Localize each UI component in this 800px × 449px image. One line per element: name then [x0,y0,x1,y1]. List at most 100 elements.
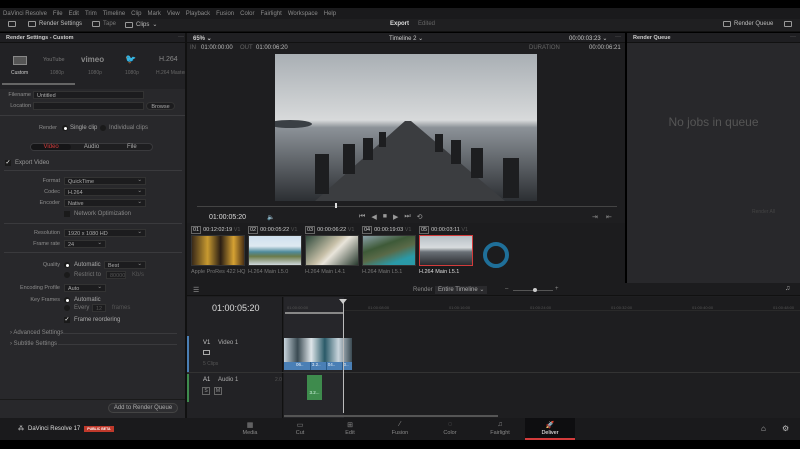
clip-thumbnail-selected[interactable] [419,235,473,266]
clip-thumbnail[interactable] [362,235,416,266]
browse-button[interactable]: Browse [146,102,175,110]
restrict-input[interactable]: 80000 [106,271,126,279]
video-clip[interactable]: 0.. [344,362,352,370]
keyframes-every-input[interactable]: 12 [92,304,106,312]
page-cut[interactable]: ▭ Cut [275,421,325,436]
scrubber-bar[interactable] [197,206,617,207]
quality-automatic-radio[interactable] [64,262,70,268]
a1-track-name[interactable]: Audio 1 [218,377,238,383]
page-color[interactable]: ◌ Color [425,421,475,436]
format-select[interactable]: QuickTime [64,177,146,185]
clip-thumbnail[interactable] [191,235,245,266]
home-icon[interactable]: ⌂ [761,424,766,433]
render-settings-button[interactable]: Render Settings [28,21,82,27]
keyframes-every-radio[interactable] [64,305,70,311]
quality-select[interactable]: Best [104,261,146,269]
encoding-profile-select[interactable]: Auto [64,284,106,292]
mute-button[interactable]: M [214,387,222,395]
menu-playback[interactable]: Playback [186,11,210,17]
page-deliver[interactable]: 🚀 Deliver [525,418,575,440]
restrict-radio[interactable] [64,272,70,278]
mark-out-icon[interactable]: ⇤ [606,213,612,221]
render-queue-button[interactable]: Render Queue [723,21,773,27]
video-clip[interactable]: 3.2.. [312,362,327,370]
individual-clips-radio[interactable] [100,125,106,131]
playhead[interactable] [343,300,344,413]
h264-preset[interactable]: H.264 [159,56,178,63]
collapse-icon[interactable] [784,21,792,27]
network-optimization-checkbox[interactable] [64,211,70,217]
custom-preset-icon[interactable] [13,56,27,65]
frame-reordering-checkbox[interactable]: ✓ [64,317,70,323]
video-clip[interactable]: 04.. [328,362,343,370]
monitor-icon[interactable] [8,21,16,27]
menu-clip[interactable]: Clip [131,11,141,17]
menu-help[interactable]: Help [324,11,336,17]
go-to-start-icon[interactable]: ⏮ [359,213,365,221]
timeline-view-icon[interactable]: ☰ [193,286,199,294]
video-clip-thumbnails[interactable] [284,338,352,362]
twitter-preset-icon[interactable]: 🐦 [125,54,136,65]
audio-meter-icon[interactable]: ♫ [785,285,790,292]
encoder-select[interactable]: Native [64,199,146,207]
menu-mark[interactable]: Mark [148,11,161,17]
filename-input[interactable]: Untitled [33,91,144,99]
tab-video[interactable]: Video [31,144,72,150]
menu-timeline[interactable]: Timeline [103,11,125,17]
options-icon[interactable]: ··· [178,34,184,40]
gear-icon[interactable]: ⚙ [782,424,789,433]
menu-file[interactable]: File [53,11,63,17]
clips-button[interactable]: Clips ⌄ [125,21,157,28]
volume-icon[interactable]: 🔈 [267,214,274,221]
solo-button[interactable]: S [202,387,210,395]
zoom-slider-handle[interactable] [533,288,537,292]
codec-select[interactable]: H.264 [64,188,146,196]
page-fairlight[interactable]: ♫ Fairlight [475,421,525,436]
options-icon[interactable]: ··· [615,34,621,40]
zoom-select[interactable]: 65% ⌄ [193,35,212,42]
menu-view[interactable]: View [167,11,180,17]
tab-file[interactable]: File [112,144,152,150]
zoom-in-icon[interactable]: + [555,286,559,292]
play-reverse-icon[interactable]: ◀ [371,213,376,221]
export-video-checkbox[interactable]: ✓ [5,160,11,166]
timeline-select[interactable]: Timeline 2 ⌄ [389,35,423,42]
track-monitor-icon[interactable] [203,350,210,355]
advanced-settings-toggle[interactable]: › Advanced Settings [10,330,63,336]
audio-clip[interactable]: 3.2... [307,375,322,400]
menu-edit[interactable]: Edit [69,11,79,17]
location-input[interactable] [33,102,144,110]
tape-button[interactable]: Tape [92,21,116,27]
page-fusion[interactable]: ⁄ Fusion [375,421,425,436]
play-icon[interactable]: ▶ [393,213,398,221]
subtitle-settings-toggle[interactable]: › Subtitle Settings [10,341,57,347]
menu-fairlight[interactable]: Fairlight [260,11,281,17]
tab-audio[interactable]: Audio [71,144,111,150]
playhead-handle[interactable] [339,299,347,304]
timeline-scrollbar[interactable] [284,415,498,417]
stop-icon[interactable]: ■ [383,213,387,221]
zoom-out-icon[interactable]: – [505,286,508,292]
video-clip-bar[interactable]: 06.. 3.2.. 04.. 0.. [284,362,352,370]
timecode-select[interactable]: 00:00:03:23 ⌄ [569,35,607,42]
menu-fusion[interactable]: Fusion [216,11,234,17]
render-all-button[interactable]: Render All [752,209,775,215]
preset-scrollbar[interactable] [2,83,75,85]
page-media[interactable]: ▦ Media [225,421,275,436]
resolution-select[interactable]: 1920 x 1080 HD [64,229,146,237]
menu-davinci[interactable]: DaVinci Resolve [3,11,47,17]
add-to-render-queue-button[interactable]: Add to Render Queue [108,403,178,413]
go-to-end-icon[interactable]: ⏭ [404,213,410,221]
video-clip[interactable]: 06.. [284,362,311,370]
menu-workspace[interactable]: Workspace [288,11,318,17]
clip-thumbnail[interactable] [305,235,359,266]
vimeo-preset[interactable]: vimeo [81,55,104,64]
frame-rate-select[interactable]: 24 [64,240,106,248]
keyframes-automatic-radio[interactable] [64,297,70,303]
menu-color[interactable]: Color [240,11,254,17]
mark-in-icon[interactable]: ⇥ [592,213,598,221]
youtube-preset[interactable]: YouTube [43,57,65,63]
v1-track-name[interactable]: Video 1 [218,340,238,346]
single-clip-radio[interactable] [62,125,68,131]
clip-thumbnail[interactable] [248,235,302,266]
